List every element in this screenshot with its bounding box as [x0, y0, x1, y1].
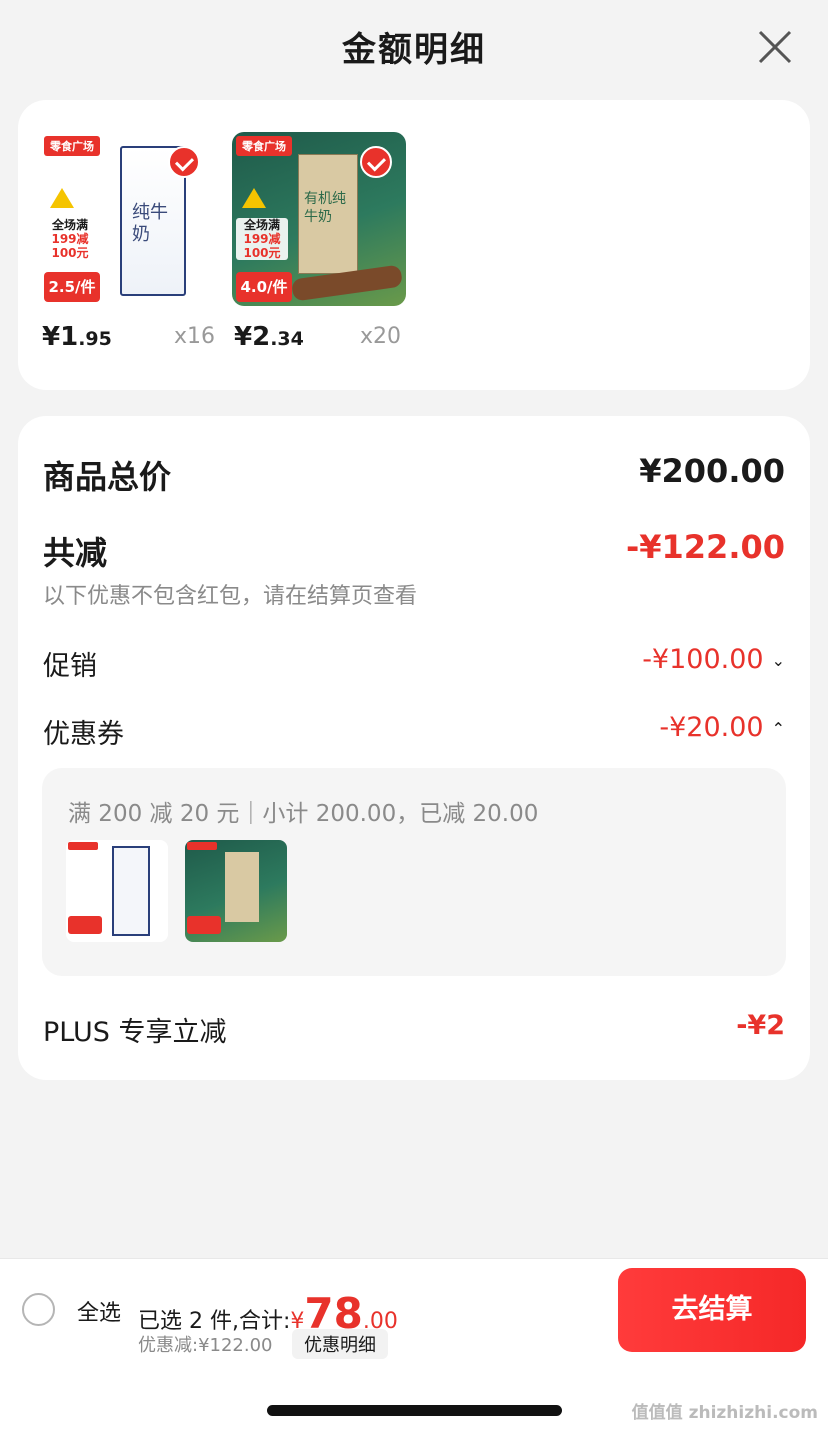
- product-image-organic-milk[interactable]: 零食广场 全场满 199减 100元 4.0/件 有机纯牛奶: [232, 132, 406, 306]
- home-indicator[interactable]: [267, 1405, 562, 1416]
- promo-price: 4.0/件: [236, 272, 292, 302]
- discount-label: 共减: [43, 534, 108, 572]
- amount-detail-card: 商品总价 ¥200.00 共减 -¥122.00 以下优惠不包含红包，请在结算页…: [18, 416, 810, 1080]
- promo-text: 全场满 199减 100元: [51, 218, 89, 260]
- goods-total-row: 商品总价 ¥200.00: [43, 452, 785, 496]
- close-icon[interactable]: [756, 28, 794, 66]
- plus-row: PLUS 专享立减 -¥2: [43, 1010, 785, 1048]
- chevron-up-icon[interactable]: ⌃: [772, 719, 785, 738]
- check-icon[interactable]: [168, 146, 200, 178]
- pack-text: 有机纯牛奶: [304, 191, 346, 225]
- select-all-label[interactable]: 全选: [77, 1295, 121, 1327]
- coupon-product-thumb: [185, 840, 287, 942]
- pack-text: 纯牛奶: [132, 202, 168, 245]
- coupon-rule: 满 200 减 20 元｜小计 200.00，已减 20.00: [68, 801, 539, 827]
- product-image-pure-milk[interactable]: 零食广场 全场满 199减 100元 2.5/件 纯牛奶: [40, 132, 214, 306]
- warning-icon: [242, 188, 266, 208]
- promo-price: 2.5/件: [44, 272, 100, 302]
- saved-amount: 优惠减:¥122.00: [138, 1335, 273, 1356]
- check-icon[interactable]: [360, 146, 392, 178]
- header: 金额明细: [0, 0, 828, 96]
- goods-total-value: ¥200.00: [639, 452, 785, 490]
- promotion-label: 促销: [43, 651, 97, 682]
- product-card: 零食广场 全场满 199减 100元 2.5/件 纯牛奶 ¥1.95 x16 零…: [18, 100, 810, 390]
- product-price: ¥1.95: [42, 322, 112, 352]
- promotion-value: -¥100.00 ⌄: [642, 644, 785, 675]
- watermark: 值值值 zhizhizhi.com: [631, 1403, 818, 1423]
- chevron-down-icon[interactable]: ⌄: [772, 651, 785, 670]
- warning-icon: [50, 188, 74, 208]
- page-title: 金额明细: [342, 30, 486, 70]
- bottom-bar: 全选 已选 2 件,合计:¥78.00 优惠减:¥122.00 优惠明细 去结算…: [0, 1258, 828, 1431]
- discount-value: -¥122.00: [625, 528, 785, 566]
- product-tag: 零食广场: [44, 136, 100, 156]
- coupon-label: 优惠券: [43, 719, 124, 750]
- promo-text: 全场满 199减 100元: [236, 218, 288, 260]
- goods-total-label: 商品总价: [43, 458, 172, 496]
- product-price: ¥2.34: [234, 322, 304, 352]
- promotion-row[interactable]: 促销 -¥100.00 ⌄: [43, 644, 785, 682]
- select-all-radio[interactable]: [22, 1293, 55, 1326]
- product-tag: 零食广场: [236, 136, 292, 156]
- discount-detail-button[interactable]: 优惠明细: [292, 1329, 388, 1359]
- plus-value: -¥2: [736, 1010, 785, 1041]
- checkout-button[interactable]: 去结算: [618, 1268, 806, 1352]
- coupon-row[interactable]: 优惠券 -¥20.00 ⌃: [43, 712, 785, 750]
- coupon-detail-box: 满 200 减 20 元｜小计 200.00，已减 20.00: [42, 768, 786, 976]
- discount-note: 以下优惠不包含红包，请在结算页查看: [43, 584, 418, 609]
- coupon-product-thumb: [66, 840, 168, 942]
- coupon-value: -¥20.00 ⌃: [659, 712, 785, 743]
- discount-row: 共减 -¥122.00: [43, 528, 785, 572]
- product-qty: x16: [174, 324, 216, 349]
- plus-label: PLUS 专享立减: [43, 1017, 227, 1048]
- product-qty: x20: [360, 324, 402, 349]
